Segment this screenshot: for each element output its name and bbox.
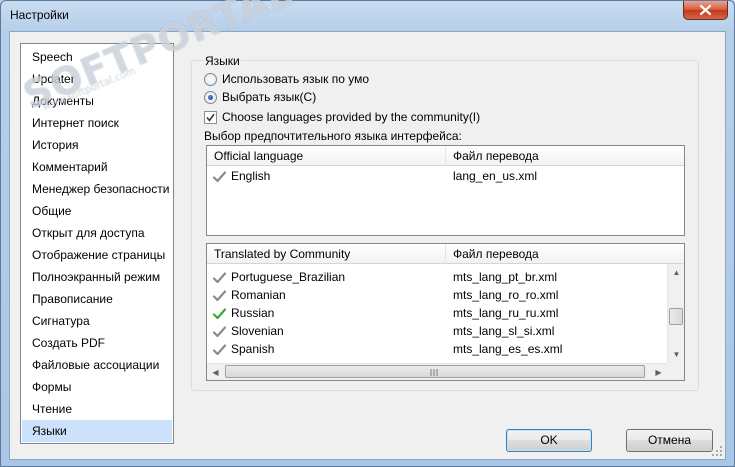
- community-language-name: Romanian: [231, 288, 286, 302]
- horizontal-scroll-thumb[interactable]: [225, 365, 645, 378]
- community-language-file: mts_lang_ru_ru.xml: [453, 306, 559, 320]
- community-language-file: mts_lang_ro_ro.xml: [453, 288, 559, 302]
- radio-choose-language-input[interactable]: [204, 90, 217, 104]
- checkmark-icon: [212, 170, 227, 183]
- official-language-list[interactable]: Official language Файл перевода English l…: [206, 145, 685, 236]
- sidebar-item[interactable]: Сигнатура: [22, 310, 172, 332]
- community-language-file: mts_lang_es_es.xml: [453, 342, 563, 356]
- scroll-left-arrow-icon[interactable]: ◀: [207, 364, 224, 381]
- community-list-header: Translated by Community Файл перевода: [207, 244, 684, 264]
- sidebar-item[interactable]: Менеджер безопасности: [22, 178, 172, 200]
- sidebar-item[interactable]: Чтение: [22, 398, 172, 420]
- close-icon: [700, 5, 711, 15]
- sidebar-item[interactable]: Файловые ассоциации: [22, 354, 172, 376]
- sidebar-item[interactable]: Speech: [22, 46, 172, 68]
- sidebar-item[interactable]: Открыт для доступа: [22, 222, 172, 244]
- languages-group-title: Языки: [204, 54, 241, 68]
- community-language-row[interactable]: Portuguese_Brazilian mts_lang_pt_br.xml: [207, 268, 667, 286]
- official-list-header: Official language Файл перевода: [207, 146, 684, 166]
- checkmark-icon: [212, 271, 227, 284]
- community-language-name: Portuguese_Brazilian: [231, 270, 346, 284]
- window-title: Настройки: [10, 8, 69, 22]
- community-list-vertical-scrollbar[interactable]: ▲ ▼: [667, 264, 684, 363]
- close-button[interactable]: [683, 1, 728, 20]
- vertical-scroll-thumb[interactable]: [669, 308, 683, 325]
- radio-choose-language-label: Выбрать язык(C): [222, 90, 317, 104]
- sidebar-item[interactable]: Языки: [22, 420, 172, 442]
- radio-default-language[interactable]: Использовать язык по умо: [204, 70, 369, 88]
- sidebar-item[interactable]: Общие: [22, 200, 172, 222]
- resize-grip-icon[interactable]: [711, 445, 723, 457]
- radio-choose-language[interactable]: Выбрать язык(C): [204, 88, 316, 106]
- ok-button[interactable]: OK: [506, 429, 592, 452]
- community-language-row[interactable]: Romanian mts_lang_ro_ro.xml: [207, 286, 667, 304]
- community-languages-checkbox-label: Choose languages provided by the communi…: [222, 110, 481, 124]
- sidebar-item[interactable]: Документы: [22, 90, 172, 112]
- sidebar-item[interactable]: Комментарий: [22, 156, 172, 178]
- community-language-row[interactable]: Slovenian mts_lang_sl_si.xml: [207, 322, 667, 340]
- checkmark-icon: [212, 289, 227, 302]
- sidebar-item[interactable]: Правописание: [22, 288, 172, 310]
- community-list-horizontal-scrollbar[interactable]: ◀ ▶: [207, 363, 667, 380]
- sidebar-item[interactable]: Формы: [22, 376, 172, 398]
- column-header-official-language[interactable]: Official language: [207, 146, 445, 166]
- official-language-name: English: [231, 169, 271, 183]
- radio-default-language-input[interactable]: [204, 72, 217, 86]
- settings-window: Настройки Speech Updater Документы Интернет…: [0, 0, 735, 467]
- cancel-button[interactable]: Отмена: [626, 429, 713, 452]
- community-language-row[interactable]: Spanish mts_lang_es_es.xml: [207, 340, 667, 358]
- community-language-name: Slovenian: [231, 324, 284, 338]
- settings-category-list[interactable]: Speech Updater Документы Интернет поиск Исто…: [20, 43, 174, 444]
- community-language-name: Spanish: [231, 342, 275, 356]
- community-language-row[interactable]: Russian mts_lang_ru_ru.xml: [207, 304, 667, 322]
- checkmark-icon: [212, 325, 227, 338]
- community-language-list[interactable]: Translated by Community Файл перевода Po…: [206, 243, 685, 381]
- column-header-translation-file[interactable]: Файл перевода: [445, 146, 684, 166]
- column-header-community-translation-file[interactable]: Файл перевода: [445, 244, 667, 264]
- title-bar[interactable]: Настройки: [1, 1, 734, 29]
- community-language-name: Russian: [231, 306, 275, 320]
- official-language-row[interactable]: English lang_en_us.xml: [207, 167, 684, 185]
- sidebar-item[interactable]: Updater: [22, 68, 172, 90]
- sidebar-item[interactable]: История: [22, 134, 172, 156]
- dialog-client-area: Speech Updater Документы Интернет поиск Исто…: [9, 31, 726, 460]
- checkmark-icon: [212, 307, 227, 320]
- scroll-right-arrow-icon[interactable]: ▶: [650, 364, 667, 381]
- community-languages-checkbox[interactable]: [204, 110, 217, 124]
- radio-default-language-label: Использовать язык по умо: [222, 72, 370, 86]
- sidebar-item[interactable]: Отображение страницы: [22, 244, 172, 266]
- official-language-file: lang_en_us.xml: [453, 169, 538, 183]
- community-language-file: mts_lang_pt_br.xml: [453, 270, 558, 284]
- sidebar-item[interactable]: Полноэкранный режим: [22, 266, 172, 288]
- preferred-language-label: Выбор предпочтительного языка интерфейса…: [204, 129, 462, 143]
- column-header-translated-by-community[interactable]: Translated by Community: [207, 244, 445, 264]
- sidebar-item[interactable]: Интернет поиск: [22, 112, 172, 134]
- scroll-down-arrow-icon[interactable]: ▼: [668, 346, 685, 363]
- sidebar-item[interactable]: Создать PDF: [22, 332, 172, 354]
- checkmark-icon: [212, 343, 227, 356]
- scrollbar-corner: [667, 363, 684, 380]
- community-languages-checkbox-row[interactable]: Choose languages provided by the communi…: [204, 108, 480, 126]
- scroll-up-arrow-icon[interactable]: ▲: [668, 264, 685, 281]
- community-language-file: mts_lang_sl_si.xml: [453, 324, 555, 338]
